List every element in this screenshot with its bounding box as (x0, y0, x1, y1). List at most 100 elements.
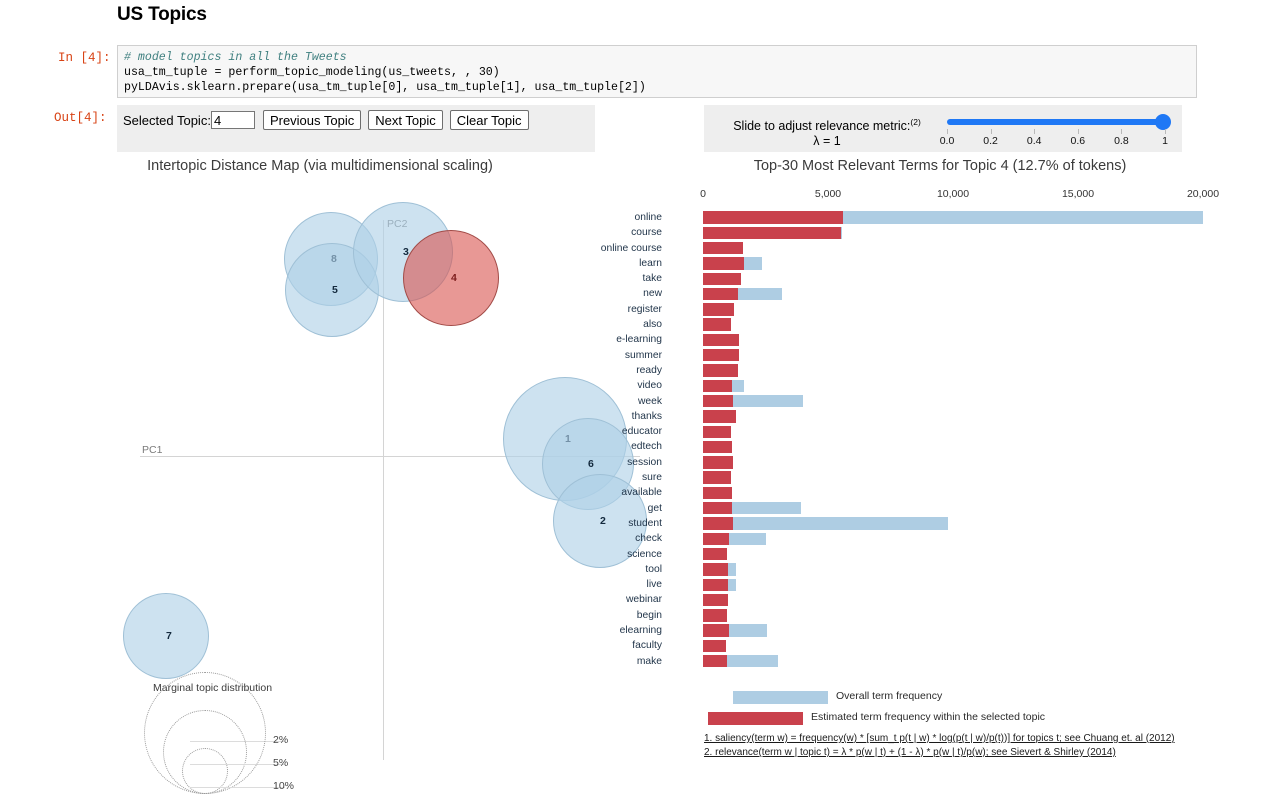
legend-swatch (733, 691, 828, 704)
topic-frequency-bar (703, 655, 727, 668)
topic-frequency-bar (703, 349, 740, 362)
term-bar-row[interactable]: faculty (632, 638, 1240, 653)
term-bar-row[interactable]: online (635, 210, 1240, 225)
term-label: learn (639, 257, 662, 269)
topic-frequency-bar (703, 593, 728, 607)
term-bar-row[interactable]: session (627, 455, 1240, 470)
code-comment-line: # model topics in all the Tweets (124, 51, 347, 64)
term-bar-row[interactable]: available (621, 485, 1240, 500)
term-bar-row[interactable]: student (628, 516, 1240, 531)
term-bar-row[interactable]: week (638, 394, 1240, 409)
term-label: live (646, 579, 662, 591)
term-bar-row[interactable]: elearning (620, 623, 1240, 638)
topic-frequency-bar (703, 440, 732, 454)
lambda-tick (1034, 129, 1036, 134)
marginal-legend-circle-10pct (144, 672, 266, 794)
topic-frequency-bar (703, 425, 731, 438)
selected-topic-label: Selected Topic: (123, 112, 211, 128)
lambda-tick-label: 0.2 (983, 135, 998, 147)
topic-frequency-bar (703, 287, 738, 301)
topic-frequency-bar (703, 502, 732, 515)
topic-frequency-bar (703, 532, 730, 546)
code-line-2: usa_tm_tuple = perform_topic_modeling(us… (124, 66, 500, 79)
next-topic-button[interactable]: Next Topic (368, 110, 443, 130)
term-bar-row[interactable]: webinar (626, 592, 1240, 607)
topic-frequency-bar (703, 394, 733, 408)
intertopic-map-title: Intertopic Distance Map (via multidimens… (147, 158, 493, 174)
lambda-tick (990, 129, 992, 134)
topic-frequency-bar (703, 563, 728, 576)
selected-topic-input[interactable] (210, 111, 255, 129)
term-bar-row[interactable]: online course (601, 241, 1240, 256)
lambda-slider-track[interactable] (947, 119, 1165, 125)
relevance-metric-heading: Slide to adjust relevance metric: (733, 119, 911, 134)
term-label: make (636, 655, 662, 667)
topic-frequency-bar (703, 379, 732, 393)
topic-frequency-bar (703, 410, 736, 423)
topic-frequency-bar (703, 364, 738, 377)
term-label: online course (600, 242, 662, 254)
axis-label-pc1: PC1 (142, 444, 163, 456)
term-bar-row[interactable]: sure (640, 470, 1240, 485)
topic-frequency-bar (703, 486, 732, 500)
term-bar-row[interactable]: educator (622, 424, 1240, 439)
term-bar-row[interactable]: new (640, 286, 1240, 301)
term-bar-row[interactable]: video (637, 378, 1240, 393)
topic-frequency-bar (703, 333, 740, 347)
topic-frequency-bar (703, 257, 745, 270)
term-bar-row[interactable]: course (631, 225, 1240, 240)
footnote-ref-2: (2) (910, 117, 921, 127)
term-label: ready (636, 364, 662, 376)
term-bar-row[interactable]: get (640, 501, 1240, 516)
footnote: 2. relevance(term w | topic t) = λ * p(w… (704, 747, 1116, 758)
term-bar-row[interactable]: register (628, 302, 1240, 317)
term-label: also (643, 319, 662, 331)
output-prompt: Out[4]: (54, 111, 107, 125)
term-bar-row[interactable]: live (640, 577, 1240, 592)
clear-topic-button[interactable]: Clear Topic (449, 110, 529, 130)
lambda-tick (1165, 129, 1166, 134)
x-axis-tick-label: 20,000 (1186, 188, 1220, 200)
previous-topic-button[interactable]: Previous Topic (262, 110, 362, 130)
x-axis-tick-label: 15,000 (1061, 188, 1095, 200)
marginal-legend-label-5pct: 5% (273, 757, 289, 769)
top-terms-legend: Overall term frequency Estimated term fre… (708, 689, 1268, 731)
topic-frequency-bar (703, 547, 727, 561)
legend-row: Overall term frequency (708, 689, 1268, 710)
term-label: sure (641, 472, 662, 484)
lambda-tick-label: 1 (1162, 135, 1168, 147)
term-bar-row[interactable]: learn (639, 256, 1240, 271)
term-label: register (627, 303, 662, 315)
term-bar-row[interactable]: science (627, 547, 1240, 562)
marginal-legend-label-2pct: 2% (273, 734, 289, 746)
marginal-legend-label-10pct: 10% (273, 780, 295, 792)
lambda-tick (1077, 129, 1079, 134)
term-bar-row[interactable]: summer (625, 348, 1240, 363)
legend-row: Estimated term frequency within the sele… (708, 710, 1268, 731)
code-cell[interactable]: # model topics in all the Tweets usa_tm_… (117, 45, 1197, 98)
term-label: take (642, 273, 662, 285)
term-bar-row[interactable]: also (640, 317, 1240, 332)
topic-frequency-bar (703, 639, 726, 653)
topic-bubble-7[interactable] (123, 593, 209, 679)
term-bar-row[interactable]: tool (640, 562, 1240, 577)
term-bar-row[interactable]: check (635, 531, 1240, 546)
topic-frequency-bar (703, 272, 741, 285)
x-axis-tick-label: 10,000 (936, 188, 970, 200)
lambda-slider-handle[interactable] (1155, 114, 1171, 130)
code-line-3: pyLDAvis.sklearn.prepare(usa_tm_tuple[0]… (124, 81, 646, 94)
term-bar-row[interactable]: e-learning (616, 332, 1240, 347)
lambda-tick-label: 0.4 (1026, 135, 1042, 147)
term-bar-row[interactable]: edtech (631, 439, 1240, 454)
topic-frequency-bar (703, 303, 735, 316)
relevance-metric-panel: Slide to adjust relevance metric:(2) λ =… (704, 105, 1182, 152)
term-bar-row[interactable]: make (637, 654, 1240, 669)
term-label: science (627, 548, 662, 560)
term-bar-row[interactable]: thanks (632, 409, 1240, 424)
overall-frequency-bar (703, 517, 948, 530)
term-bar-row[interactable]: take (640, 271, 1240, 286)
term-bar-row[interactable]: ready (636, 363, 1240, 378)
legend-swatch (708, 712, 803, 725)
term-bar-row[interactable]: begin (637, 608, 1240, 623)
term-label: thanks (631, 410, 662, 422)
